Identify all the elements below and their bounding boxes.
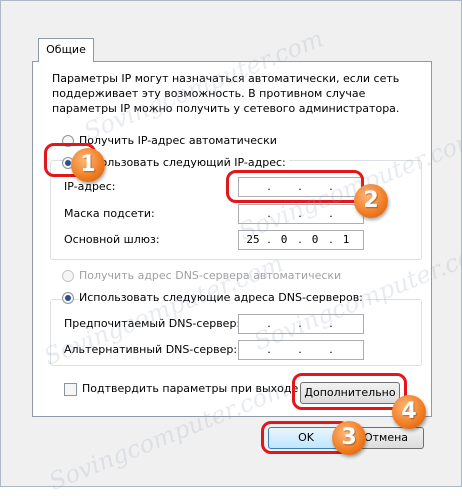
highlight-ip-input <box>226 170 364 203</box>
preferred-dns-input[interactable]: . . . <box>238 314 364 334</box>
step-badge-3: 3 <box>332 421 366 455</box>
gateway-octet-4: 1 <box>342 233 350 246</box>
preferred-dns-label: Предпочитаемый DNS-сервер: <box>64 317 241 330</box>
gateway-octet-2: 0 <box>280 233 288 246</box>
radio-dns-auto-label: Получить адрес DNS-сервера автоматически <box>79 269 342 282</box>
ip-address-label: IP-адрес: <box>64 180 116 193</box>
radio-dns-auto[interactable] <box>62 270 74 282</box>
gateway-label: Основной шлюз: <box>64 233 160 246</box>
gateway-octet-1: 25 <box>246 233 260 246</box>
tab-general[interactable]: Общие <box>38 38 94 62</box>
alternate-dns-input[interactable]: . . . <box>238 340 364 360</box>
alternate-dns-label: Альтернативный DNS-сервер: <box>64 343 238 356</box>
step-badge-4: 4 <box>392 395 426 429</box>
validate-on-exit-checkbox[interactable] <box>64 383 77 396</box>
gateway-input[interactable]: 25. 0. 0. 1 <box>238 230 364 250</box>
validate-on-exit-label: Подтвердить параметры при выходе <box>82 382 299 395</box>
radio-ip-auto-label: Получить IP-адрес автоматически <box>79 134 277 147</box>
gateway-octet-3: 0 <box>311 233 319 246</box>
step-badge-2: 2 <box>354 184 388 218</box>
highlight-advanced-button <box>292 373 407 410</box>
subnet-mask-input[interactable]: . . . <box>238 204 364 224</box>
radio-dns-manual[interactable] <box>62 292 74 304</box>
step-badge-1: 1 <box>71 148 105 182</box>
radio-ip-manual-label: Использовать следующий IP-адрес: <box>79 156 289 170</box>
subnet-mask-label: Маска подсети: <box>64 207 155 220</box>
radio-dns-manual-label: Использовать следующие адреса DNS-сервер… <box>79 291 366 305</box>
description-text: Параметры IP могут назначаться автоматич… <box>52 72 400 115</box>
